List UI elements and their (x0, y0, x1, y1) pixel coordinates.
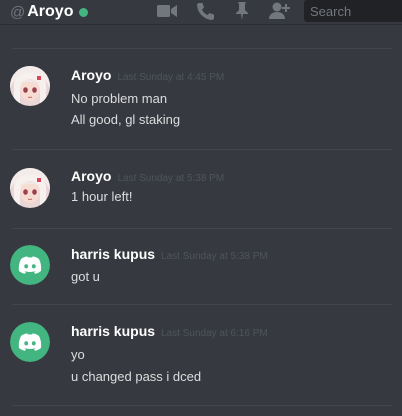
pin-icon[interactable] (232, 0, 252, 22)
message-text: 1 hour left! (71, 189, 133, 204)
message-header: harris kupus Last Sunday at 6:16 PM (71, 323, 268, 339)
message-timestamp: Last Sunday at 4:45 PM (117, 72, 225, 83)
message-divider (12, 48, 392, 49)
message-text: u changed pass i dced (71, 369, 202, 384)
user-avatar-aroyo[interactable] (10, 168, 50, 208)
channel-header: @ Aroyo (0, 0, 402, 24)
message-text: All good, gl staking (71, 112, 181, 127)
message-header: harris kupus Last Sunday at 5:38 PM (71, 246, 268, 262)
message-header: Aroyo Last Sunday at 5:38 PM (71, 168, 224, 184)
message-divider (12, 228, 392, 229)
message-text: yo (71, 347, 85, 362)
message-timestamp: Last Sunday at 6:16 PM (161, 328, 268, 339)
message-author[interactable]: harris kupus (71, 246, 155, 262)
message-divider (12, 304, 392, 305)
online-status-indicator (79, 8, 89, 17)
message-author[interactable]: harris kupus (71, 323, 155, 339)
user-avatar-harris[interactable] (10, 245, 50, 285)
video-call-icon[interactable] (155, 0, 179, 22)
message-timestamp: Last Sunday at 5:38 PM (161, 251, 268, 262)
add-member-icon[interactable] (268, 0, 292, 22)
search-input[interactable] (304, 0, 402, 22)
message-header: Aroyo Last Sunday at 4:45 PM (71, 67, 224, 83)
message-author[interactable]: Aroyo (71, 67, 111, 83)
message-text: No problem man (71, 91, 168, 106)
message-divider (12, 149, 392, 150)
phone-icon[interactable] (194, 0, 216, 22)
message-list: Aroyo Last Sunday at 4:45 PM No problem … (0, 25, 402, 416)
message-author[interactable]: Aroyo (71, 168, 111, 184)
channel-name[interactable]: Aroyo (27, 3, 73, 21)
message-divider (12, 405, 392, 406)
user-avatar-aroyo[interactable] (10, 66, 50, 106)
user-avatar-harris[interactable] (10, 322, 50, 362)
message-timestamp: Last Sunday at 5:38 PM (117, 173, 225, 184)
dm-at-symbol: @ (10, 3, 26, 21)
message-text: got u (71, 269, 100, 284)
